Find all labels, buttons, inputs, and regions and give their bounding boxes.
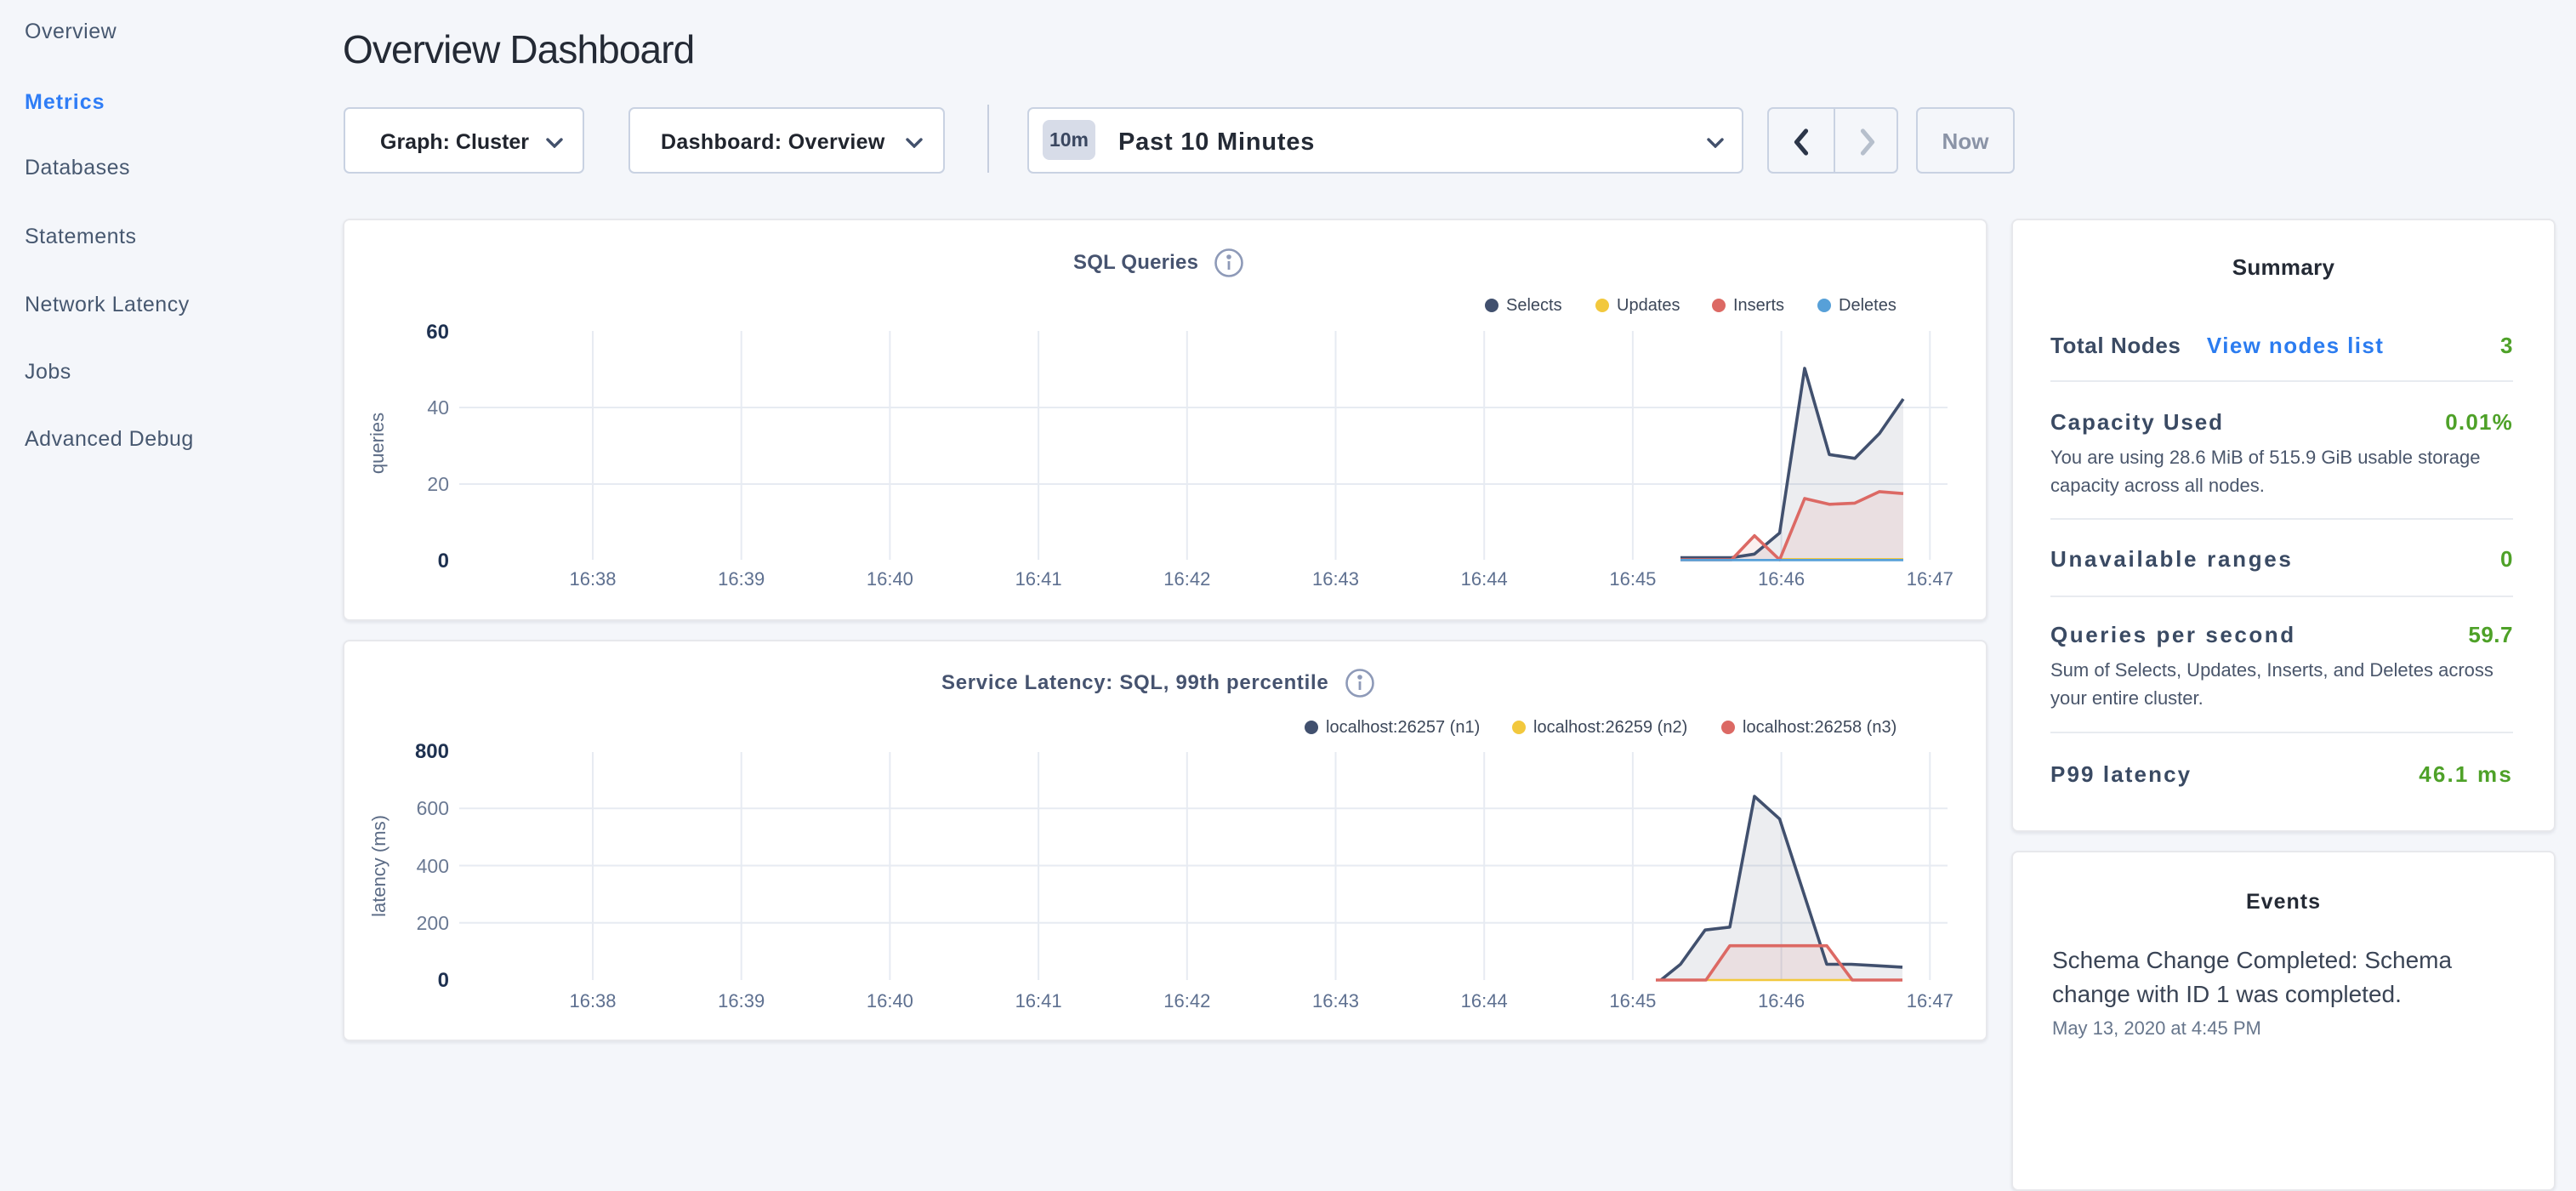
svg-text:16:41: 16:41 [1015, 990, 1062, 1011]
svg-text:16:44: 16:44 [1461, 568, 1508, 590]
svg-text:60: 60 [426, 321, 449, 344]
svg-text:latency (ms): latency (ms) [368, 815, 390, 917]
svg-text:16:43: 16:43 [1312, 990, 1359, 1011]
svg-text:16:38: 16:38 [569, 568, 616, 590]
svg-text:16:46: 16:46 [1758, 990, 1805, 1011]
svg-text:16:47: 16:47 [1907, 568, 1953, 590]
svg-text:200: 200 [417, 912, 449, 934]
svg-text:16:44: 16:44 [1461, 990, 1508, 1011]
svg-text:600: 600 [417, 797, 449, 819]
svg-text:queries: queries [367, 413, 388, 474]
svg-text:0: 0 [438, 550, 449, 573]
svg-text:0: 0 [438, 969, 449, 992]
svg-text:16:39: 16:39 [718, 568, 765, 590]
svg-text:16:47: 16:47 [1907, 990, 1953, 1011]
svg-text:16:45: 16:45 [1609, 990, 1656, 1011]
svg-text:20: 20 [427, 473, 449, 495]
svg-text:16:39: 16:39 [718, 990, 765, 1011]
svg-text:16:38: 16:38 [569, 990, 616, 1011]
svg-text:16:41: 16:41 [1015, 568, 1062, 590]
svg-text:16:42: 16:42 [1163, 990, 1210, 1011]
svg-text:16:40: 16:40 [867, 568, 913, 590]
svg-text:16:45: 16:45 [1609, 568, 1656, 590]
svg-text:800: 800 [415, 740, 449, 763]
svg-text:16:40: 16:40 [867, 990, 913, 1011]
svg-text:400: 400 [417, 855, 449, 877]
svg-text:16:42: 16:42 [1163, 568, 1210, 590]
svg-text:40: 40 [427, 396, 449, 419]
svg-text:16:43: 16:43 [1312, 568, 1359, 590]
svg-text:16:46: 16:46 [1758, 568, 1805, 590]
